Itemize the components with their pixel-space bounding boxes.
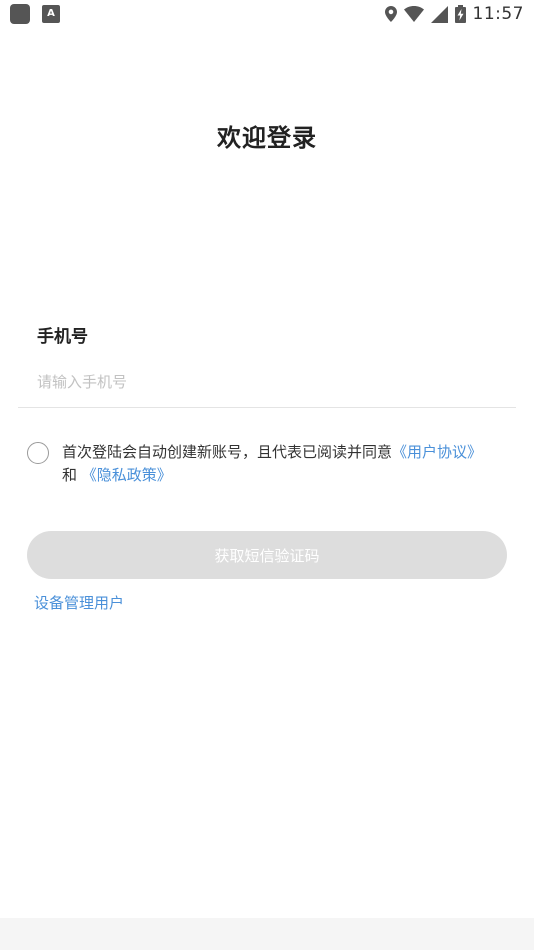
status-right-icons: 11:57 [384, 3, 525, 25]
phone-label: 手机号 [37, 327, 88, 347]
get-sms-code-button[interactable]: 获取短信验证码 [27, 531, 507, 579]
privacy-policy-link[interactable]: 《隐私政策》 [82, 466, 172, 484]
app-square-icon [10, 4, 30, 24]
agreement-text-before: 首次登陆会自动创建新账号，且代表已阅读并同意 [62, 443, 393, 461]
battery-charging-icon [454, 5, 466, 23]
agreement-checkbox[interactable] [27, 442, 49, 464]
page-title: 欢迎登录 [217, 124, 317, 152]
user-agreement-link[interactable]: 《用户协议》 [392, 443, 482, 461]
status-time: 11:57 [472, 4, 524, 24]
wifi-icon [403, 6, 424, 22]
status-left-icons: A [10, 4, 60, 24]
phone-input[interactable] [35, 366, 509, 398]
device-manage-user-link[interactable]: 设备管理用户 [34, 592, 124, 613]
location-icon [384, 6, 397, 22]
agreement-and-text: 和 [62, 466, 78, 484]
login-screen: A 11:57 欢迎登录 手机号 首次登陆会自动创建新账号，且代表已阅读并同意 [0, 0, 534, 950]
bottom-navigation-strip [0, 918, 534, 950]
phone-input-underline [18, 407, 516, 408]
agreement-text: 首次登陆会自动创建新账号，且代表已阅读并同意《用户协议》 和 《隐私政策》 [62, 441, 492, 487]
signal-icon [430, 5, 448, 23]
status-bar: A 11:57 [0, 0, 534, 28]
text-a-icon: A [42, 5, 60, 23]
